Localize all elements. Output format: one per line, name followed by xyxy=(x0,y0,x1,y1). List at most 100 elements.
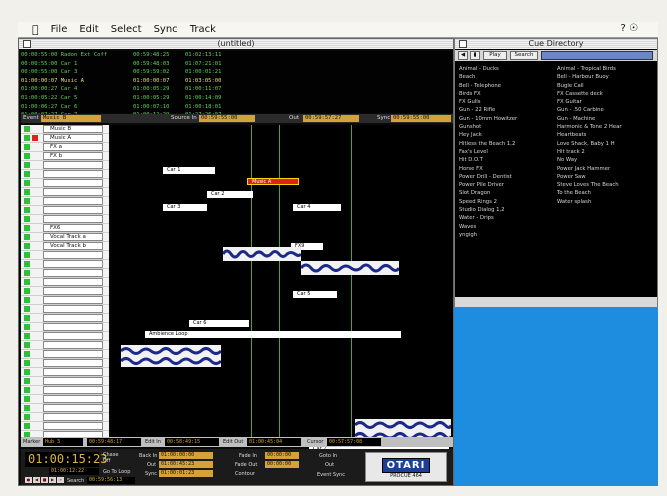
track-name[interactable] xyxy=(43,278,103,286)
track-header[interactable] xyxy=(21,368,109,377)
edit-out-field[interactable]: 01:00:45:04 xyxy=(247,438,301,446)
track-enable-toggle[interactable] xyxy=(24,369,30,375)
cue-item[interactable] xyxy=(557,231,655,239)
clip-car-3[interactable]: Car 3 xyxy=(163,204,207,211)
event-field[interactable]: Music B xyxy=(41,115,101,122)
cue-item[interactable]: Hitless the Beach 1,2 xyxy=(459,140,557,148)
track-header[interactable] xyxy=(21,269,109,278)
menu-file[interactable]: File xyxy=(51,24,68,35)
track-name[interactable] xyxy=(43,188,103,196)
cue-item[interactable]: Hit D.O.T xyxy=(459,156,557,164)
menu-select[interactable]: Select xyxy=(111,24,142,35)
track-name[interactable]: Music A xyxy=(43,134,103,142)
waveform-clip[interactable] xyxy=(301,261,399,275)
play-button[interactable]: ▶ xyxy=(49,477,56,483)
cue-item[interactable]: Studio Dialog 1,2 xyxy=(459,206,557,214)
fast-forward-button[interactable]: » xyxy=(57,477,64,483)
track-name[interactable] xyxy=(43,332,103,340)
track-name[interactable] xyxy=(43,359,103,367)
stop-button[interactable]: ■ xyxy=(41,477,48,483)
track-header[interactable]: FX b xyxy=(21,152,109,161)
track-header[interactable] xyxy=(21,251,109,260)
track-enable-toggle[interactable] xyxy=(24,270,30,276)
editor-title-bar[interactable]: (untitled) xyxy=(19,39,453,49)
sync-field-transport[interactable]: 01:00:01:23 xyxy=(159,470,213,477)
track-name[interactable] xyxy=(43,215,103,223)
track-name[interactable] xyxy=(43,404,103,412)
track-name[interactable] xyxy=(43,161,103,169)
close-box-icon[interactable] xyxy=(459,40,467,48)
cue-item[interactable]: Steve Loves The Beach xyxy=(557,181,655,189)
track-name[interactable] xyxy=(43,197,103,205)
cue-item[interactable] xyxy=(557,214,655,222)
track-enable-toggle[interactable] xyxy=(24,162,30,168)
track-enable-toggle[interactable] xyxy=(24,405,30,411)
track-header[interactable]: FX6 xyxy=(21,224,109,233)
track-name[interactable] xyxy=(43,260,103,268)
track-name[interactable] xyxy=(43,179,103,187)
track-name[interactable] xyxy=(43,395,103,403)
track-enable-toggle[interactable] xyxy=(24,396,30,402)
waveform-clip[interactable] xyxy=(223,247,301,261)
cue-item[interactable]: Power Jack Hammer xyxy=(557,165,655,173)
cue-item[interactable]: Bell - Telephone xyxy=(459,82,557,90)
cue-item[interactable]: FX Gulls xyxy=(459,98,557,106)
menu-track[interactable]: Track xyxy=(190,24,216,35)
track-header[interactable]: Music B xyxy=(21,125,109,134)
help-icon[interactable]: ? ☉ xyxy=(621,23,638,34)
cue-item[interactable]: Gun - .50 Carbine xyxy=(557,106,655,114)
track-header[interactable]: Vocal Track b xyxy=(21,242,109,251)
source-in-field[interactable]: 00:59:55:00 xyxy=(199,115,255,122)
cue-item[interactable]: Bugle Call xyxy=(557,82,655,90)
go-to-loop[interactable]: Go To Loop xyxy=(103,469,130,475)
track-header[interactable]: Music A xyxy=(21,134,109,143)
clip-ambience-loop[interactable]: Ambience Loop xyxy=(145,331,401,338)
event-list-row[interactable]: 00:00:55:00 Radon Ext Coff 00:59:48:25 01:… xyxy=(21,51,453,60)
waveform-clip[interactable] xyxy=(121,345,221,367)
cue-item[interactable]: Slot Dragon xyxy=(459,189,557,197)
track-enable-toggle[interactable] xyxy=(24,288,30,294)
track-enable-toggle[interactable] xyxy=(24,333,30,339)
track-header[interactable] xyxy=(21,305,109,314)
clip-music-a[interactable]: Music A xyxy=(247,178,299,185)
cue-item[interactable]: Speed Rings 2 xyxy=(459,198,557,206)
track-name[interactable] xyxy=(43,341,103,349)
track-enable-toggle[interactable] xyxy=(24,342,30,348)
cue-item[interactable]: No Way xyxy=(557,156,655,164)
clip-car-1[interactable]: Car 1 xyxy=(163,167,215,174)
track-name[interactable] xyxy=(43,422,103,430)
track-enable-toggle[interactable] xyxy=(24,216,30,222)
track-enable-toggle[interactable] xyxy=(24,306,30,312)
track-header[interactable] xyxy=(21,359,109,368)
track-header[interactable] xyxy=(21,215,109,224)
track-enable-toggle[interactable] xyxy=(24,378,30,384)
cue-item[interactable]: Gun - Machine xyxy=(557,115,655,123)
track-enable-toggle[interactable] xyxy=(24,207,30,213)
track-header[interactable] xyxy=(21,386,109,395)
menu-edit[interactable]: Edit xyxy=(79,24,98,35)
track-enable-toggle[interactable] xyxy=(24,198,30,204)
track-header[interactable] xyxy=(21,197,109,206)
back-in-field[interactable]: 01:00:00:00 xyxy=(159,452,213,459)
track-header[interactable] xyxy=(21,161,109,170)
track-enable-toggle[interactable] xyxy=(24,126,30,132)
track-header[interactable]: FX a xyxy=(21,143,109,152)
event-list-row[interactable]: 01:00:06:27 Car 6 01:00:07:10 01:00:18:01 xyxy=(21,103,453,112)
fade-out-field[interactable]: 00:00:00 xyxy=(265,461,299,468)
track-enable-toggle[interactable] xyxy=(24,297,30,303)
track-name[interactable] xyxy=(43,296,103,304)
track-name[interactable] xyxy=(43,377,103,385)
track-header[interactable] xyxy=(21,314,109,323)
cue-item[interactable]: Horse FX xyxy=(459,165,557,173)
cue-item[interactable]: To the Beach xyxy=(557,189,655,197)
track-name[interactable]: Music B xyxy=(43,125,103,133)
cue-item[interactable]: Bell - Harbour Buoy xyxy=(557,73,655,81)
event-sync-label[interactable]: Event Sync xyxy=(317,472,345,478)
track-enable-toggle[interactable] xyxy=(24,180,30,186)
out-field-transport[interactable]: 01:00:45:23 xyxy=(159,461,213,468)
track-name[interactable] xyxy=(43,305,103,313)
cue-item[interactable]: yngigh xyxy=(459,231,557,239)
track-header[interactable] xyxy=(21,179,109,188)
speaker-icon[interactable]: ▮ xyxy=(470,51,480,60)
goto-in-label[interactable]: Goto In xyxy=(319,453,337,459)
